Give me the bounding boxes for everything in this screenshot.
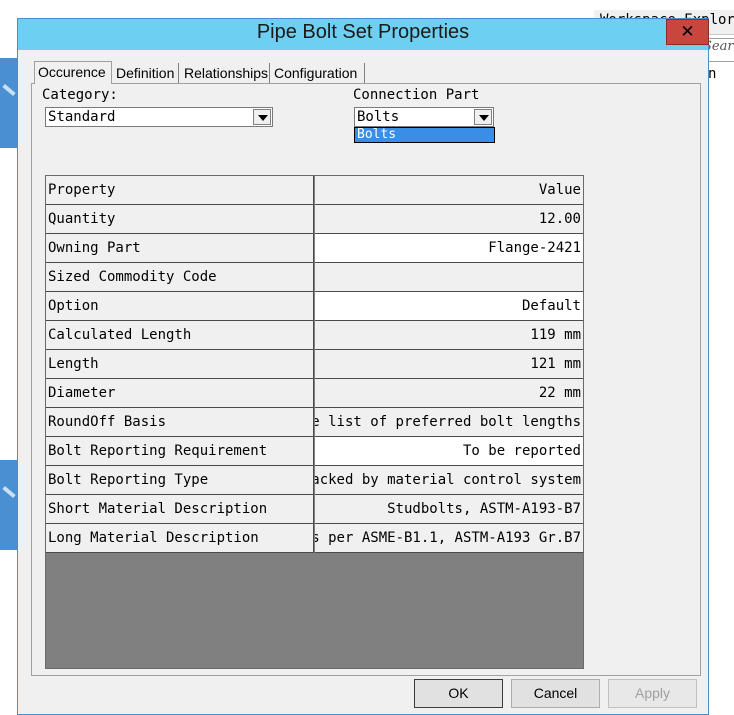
property-value[interactable] xyxy=(315,263,583,292)
property-name: Owning Part xyxy=(46,234,314,263)
connection-part-value: Bolts xyxy=(357,109,400,125)
table-row: Bolt Reporting Requirement To be reporte… xyxy=(46,437,583,466)
property-value[interactable]: 121 mm xyxy=(315,350,583,379)
property-value[interactable]: Flange-2421 xyxy=(315,234,583,263)
tab-occurence[interactable]: Occurence xyxy=(34,61,112,84)
dialog-title: Pipe Bolt Set Properties xyxy=(256,21,470,43)
grid-header-row: Property Value xyxy=(46,176,583,205)
table-row: Calculated Length 119 mm xyxy=(46,321,583,350)
table-row: Bolt Reporting Type racked by material c… xyxy=(46,466,583,495)
table-row: RoundOff Basis se list of preferred bolt… xyxy=(46,408,583,437)
property-name: Short Material Description xyxy=(46,495,314,524)
property-name: Bolt Reporting Requirement xyxy=(46,437,314,466)
tab-relationships[interactable]: Relationships xyxy=(181,63,270,83)
table-row: Option Default xyxy=(46,292,583,321)
connection-part-select[interactable]: Bolts xyxy=(354,107,494,127)
property-value[interactable]: To be reported xyxy=(315,437,583,466)
table-row: Owning Part Flange-2421 xyxy=(46,234,583,263)
background-side-text: n xyxy=(708,66,717,82)
table-row: Length 121 mm xyxy=(46,350,583,379)
property-grid: Property Value Quantity 12.00 Owning Par… xyxy=(45,175,584,669)
grid-header-value: Value xyxy=(315,176,583,205)
property-name: Option xyxy=(46,292,314,321)
property-name: Long Material Description xyxy=(46,524,314,553)
property-value[interactable]: 22 mm xyxy=(315,379,583,408)
table-row: Diameter 22 mm xyxy=(46,379,583,408)
category-select[interactable]: Standard xyxy=(45,107,273,127)
table-row: Long Material Description es per ASME-B1… xyxy=(46,524,583,553)
category-value: Standard xyxy=(48,109,116,125)
property-name: Calculated Length xyxy=(46,321,314,350)
tab-configuration[interactable]: Configuration xyxy=(271,63,365,83)
table-row: Sized Commodity Code xyxy=(46,263,583,292)
dropdown-option-bolts[interactable]: Bolts xyxy=(355,128,494,142)
background-app-icon xyxy=(0,58,18,148)
property-name: Bolt Reporting Type xyxy=(46,466,314,495)
grid-header-property: Property xyxy=(46,176,314,205)
table-row: Quantity 12.00 xyxy=(46,205,583,234)
ok-button[interactable]: OK xyxy=(414,679,503,708)
occurence-panel: Category: Standard Connection Part Bolts… xyxy=(31,83,701,676)
pipe-bolt-set-properties-dialog: Pipe Bolt Set Properties ✕ Occurence Def… xyxy=(17,18,709,715)
property-name: RoundOff Basis xyxy=(46,408,314,437)
property-value[interactable]: es per ASME-B1.1, ASTM-A193 Gr.B7 xyxy=(315,524,583,553)
close-button[interactable]: ✕ xyxy=(666,19,709,45)
property-name: Quantity xyxy=(46,205,314,234)
chevron-down-icon[interactable] xyxy=(474,109,492,125)
property-name: Sized Commodity Code xyxy=(46,263,314,292)
apply-button[interactable]: Apply xyxy=(608,679,697,708)
property-value[interactable]: 119 mm xyxy=(315,321,583,350)
property-value[interactable]: se list of preferred bolt lengths xyxy=(315,408,583,437)
connection-part-dropdown: Bolts xyxy=(354,127,495,143)
tab-definition[interactable]: Definition xyxy=(113,63,179,83)
title-bar[interactable]: Pipe Bolt Set Properties ✕ xyxy=(18,19,709,50)
property-value[interactable]: racked by material control system xyxy=(315,466,583,495)
connection-part-label: Connection Part xyxy=(353,87,480,103)
property-name: Length xyxy=(46,350,314,379)
table-row: Short Material Description Studbolts, AS… xyxy=(46,495,583,524)
chevron-down-icon[interactable] xyxy=(253,109,271,125)
category-label: Category: xyxy=(42,87,118,103)
dialog-body: Occurence Definition Relationships Confi… xyxy=(18,50,708,714)
cancel-button[interactable]: Cancel xyxy=(511,679,600,708)
property-value[interactable]: 12.00 xyxy=(315,205,583,234)
property-value[interactable]: Studbolts, ASTM-A193-B7 xyxy=(315,495,583,524)
property-name: Diameter xyxy=(46,379,314,408)
background-app-icon xyxy=(0,460,18,550)
property-value[interactable]: Default xyxy=(315,292,583,321)
